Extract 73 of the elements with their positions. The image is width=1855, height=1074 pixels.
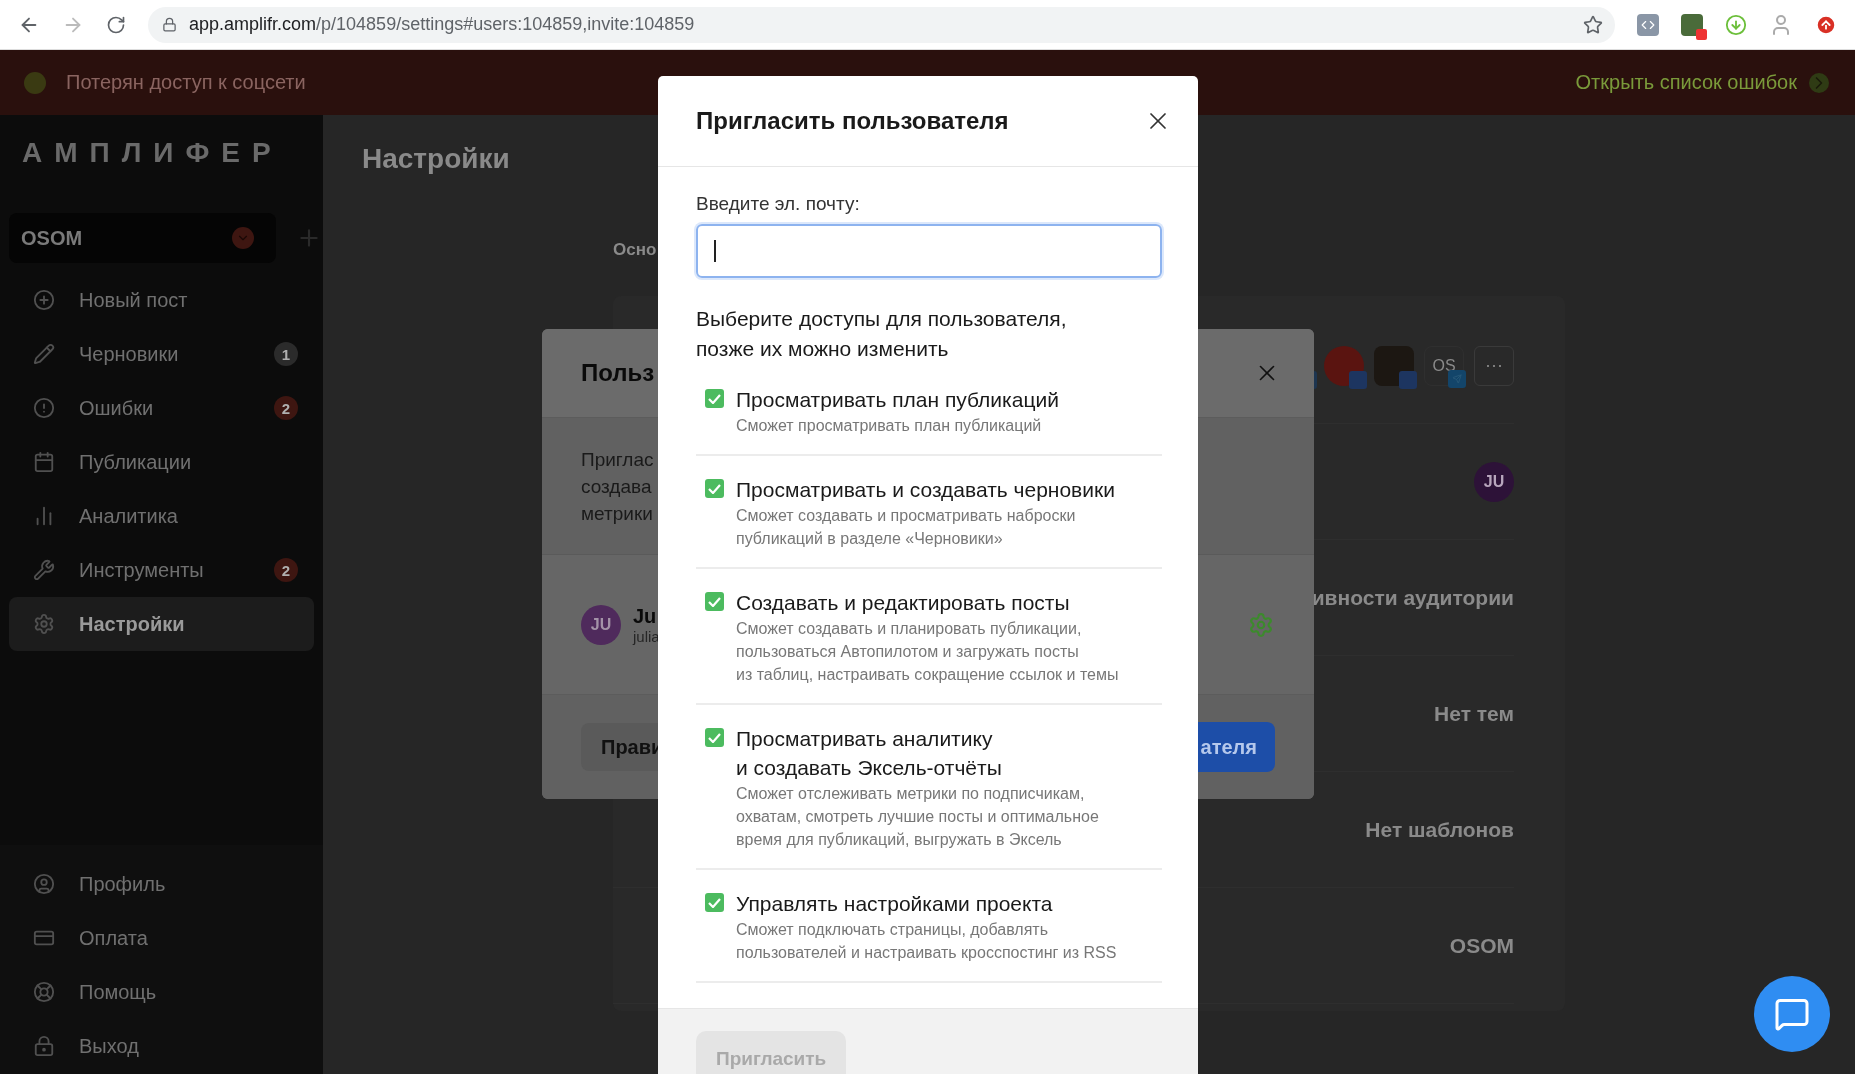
permission-description: Сможет создавать и просматривать наброски публикаций в разделе «Черновики» bbox=[736, 506, 1077, 549]
gear-icon[interactable] bbox=[1248, 611, 1274, 638]
field-label: Введите эл. почту: bbox=[696, 193, 861, 215]
plus-icon bbox=[33, 289, 55, 311]
reload-icon[interactable] bbox=[106, 14, 126, 35]
sidebar-item[interactable]: Выход bbox=[9, 1019, 314, 1073]
permissions-intro: Выберите доступы для пользователя, позже их можно изменить bbox=[696, 306, 1068, 362]
error-list-link[interactable]: Открыть список ошибок bbox=[1575, 71, 1797, 94]
account-avatar[interactable] bbox=[1324, 345, 1364, 386]
sidebar-item[interactable]: Оплата bbox=[9, 911, 314, 965]
download-icon[interactable] bbox=[1725, 13, 1747, 36]
count-badge: 2 bbox=[274, 396, 298, 420]
sidebar-item[interactable]: Черновики 1 bbox=[9, 327, 314, 381]
checkbox[interactable] bbox=[705, 728, 724, 747]
intro-text: создава bbox=[581, 474, 652, 499]
caret-icon bbox=[232, 227, 254, 249]
setting-value: ивности аудитории bbox=[1311, 585, 1514, 610]
setting-value: Нет шаблонов bbox=[1365, 817, 1514, 842]
user-avatar: JU bbox=[581, 604, 621, 645]
dialog-title: Пригласить пользователя bbox=[696, 107, 1009, 135]
account-avatar[interactable] bbox=[1374, 345, 1414, 386]
tab[interactable]: Осно bbox=[613, 240, 657, 260]
alert-message: Потерян доступ к соцсети bbox=[66, 71, 306, 94]
permission-description: Сможет отслеживать метрики по подписчикам, охватам, смотреть лучшие посты и оптимальное время для публикаций, выгружать в Эксель bbox=[736, 784, 1099, 850]
permission-title: Просматривать и создавать черновики bbox=[736, 477, 1115, 503]
user-avatar: JU bbox=[1474, 461, 1514, 502]
user-name: Ju bbox=[633, 604, 657, 628]
logo: АМПЛИФЕР bbox=[22, 137, 283, 169]
intro-text: метрики bbox=[581, 501, 653, 526]
sidebar-item[interactable]: Помощь bbox=[9, 965, 314, 1019]
permission-description: Сможет подключать страницы, добавлять пользователей и настраивать кросспостинг из RSS bbox=[736, 920, 1117, 963]
intro-text: Приглас bbox=[581, 447, 654, 472]
calendar-icon bbox=[33, 451, 55, 473]
chat-icon bbox=[1774, 996, 1810, 1032]
user-email: julia bbox=[633, 627, 660, 645]
code-icon[interactable] bbox=[1637, 13, 1659, 36]
setting-value: Нет тем bbox=[1434, 701, 1514, 726]
account-avatar[interactable]: OS bbox=[1424, 345, 1464, 386]
update-icon[interactable] bbox=[1815, 13, 1837, 36]
page-title: Настройки bbox=[362, 143, 510, 175]
email-field[interactable] bbox=[696, 224, 1162, 278]
permission-title: Просматривать план публикаций bbox=[736, 387, 1059, 413]
dialog-title: Польз bbox=[581, 359, 655, 387]
count-badge: 1 bbox=[274, 342, 298, 366]
permission-title: Создавать и редактировать посты bbox=[736, 590, 1071, 616]
permission-description: Сможет создавать и планировать публикации, пользоваться Автопилотом и загружать посты из таблиц, настраивать сокращение ссылок и темы bbox=[736, 619, 1119, 685]
more-button[interactable]: ··· bbox=[1474, 345, 1514, 386]
sidebar-item[interactable]: Ошибки 2 bbox=[9, 381, 314, 435]
lock-icon bbox=[33, 1035, 55, 1057]
sidebar-item[interactable]: Инструменты 2 bbox=[9, 543, 314, 597]
lock-icon bbox=[162, 17, 177, 32]
sidebar-item[interactable]: Аналитика bbox=[9, 489, 314, 543]
count-badge: 2 bbox=[274, 558, 298, 582]
alert-icon bbox=[33, 397, 55, 419]
checkbox[interactable] bbox=[705, 893, 724, 912]
address-bar[interactable]: app.amplifr.com/p/104859/settings#users:104859,invite:104859 bbox=[148, 6, 1615, 43]
project-selector[interactable]: OSOM bbox=[9, 213, 276, 263]
checkbox[interactable] bbox=[705, 389, 724, 408]
sidebar-item[interactable]: Новый пост bbox=[9, 273, 314, 327]
setting-value: OSOM bbox=[1449, 933, 1514, 958]
star-icon[interactable] bbox=[1583, 14, 1603, 35]
wrench-icon bbox=[33, 559, 55, 581]
gear-icon bbox=[33, 613, 55, 635]
lifebuoy-icon bbox=[33, 981, 55, 1003]
pencil-icon bbox=[33, 343, 55, 365]
sidebar-item[interactable]: Настройки bbox=[9, 597, 314, 651]
permission-title: Просматривать аналитику и создавать Эксель-отчёты bbox=[736, 726, 1003, 781]
permission-title: Управлять настройками проекта bbox=[736, 891, 1054, 917]
permission-description: Сможет просматривать план публикаций bbox=[736, 416, 1043, 436]
checkbox[interactable] bbox=[705, 479, 724, 498]
sidebar-item[interactable]: Профиль bbox=[9, 857, 314, 911]
sidebar-item[interactable]: Публикации bbox=[9, 435, 314, 489]
checkbox[interactable] bbox=[705, 592, 724, 611]
